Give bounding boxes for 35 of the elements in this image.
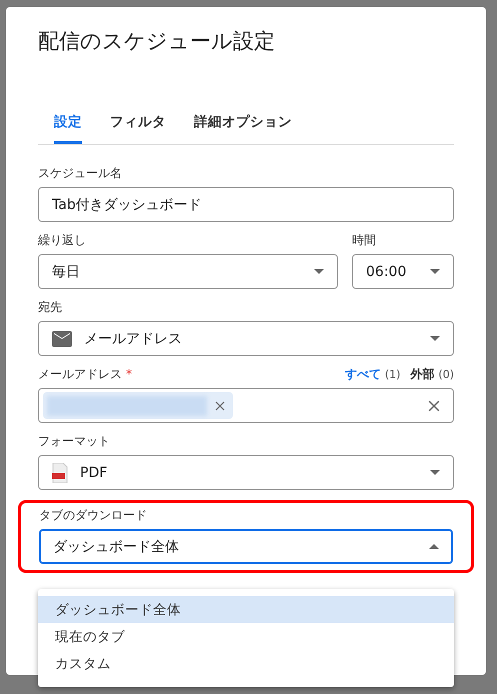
required-mark: * [126,367,132,381]
caret-icon [430,269,440,274]
tab[interactable]: フィルタ [110,107,166,144]
tab[interactable]: 詳細オプション [194,107,292,144]
input-field[interactable]: Tab付きダッシュボード [38,187,454,222]
field-label: 宛先 [38,299,63,316]
field-label: フォーマット [38,433,111,450]
select-field[interactable]: 06:00 [352,254,454,289]
field-label: メールアドレス [38,366,122,383]
all-link[interactable]: すべて [344,366,381,383]
select-field[interactable]: PDF [38,455,454,490]
count-text: (1) [384,368,400,381]
count-text: (0) [438,368,454,381]
select-field[interactable]: 毎日 [38,254,338,289]
field-label: 時間 [352,232,377,249]
envelope-icon [52,330,72,346]
pdf-file-icon [52,462,68,482]
tab[interactable]: 設定 [54,107,82,144]
field-label: タブのダウンロード [39,507,148,524]
caret-icon [430,470,440,475]
close-icon[interactable] [215,400,225,410]
input-field[interactable] [38,388,454,423]
select-field[interactable]: メールアドレス [38,321,454,356]
dialog-title: 配信のスケジュール設定 [38,28,276,55]
close-icon[interactable] [428,400,440,412]
external-label: 外部 [410,366,434,383]
caret-icon [430,336,440,341]
menu-option[interactable]: 現在のタブ [38,623,454,650]
menu-option[interactable]: カスタム [38,650,454,677]
menu-option[interactable]: ダッシュボード全体 [38,596,454,623]
caret-icon [314,269,324,274]
caret-icon [429,544,439,549]
select-field[interactable]: ダッシュボード全体 [39,529,453,564]
field-label: スケジュール名 [38,165,123,182]
field-label: 繰り返し [38,232,87,249]
